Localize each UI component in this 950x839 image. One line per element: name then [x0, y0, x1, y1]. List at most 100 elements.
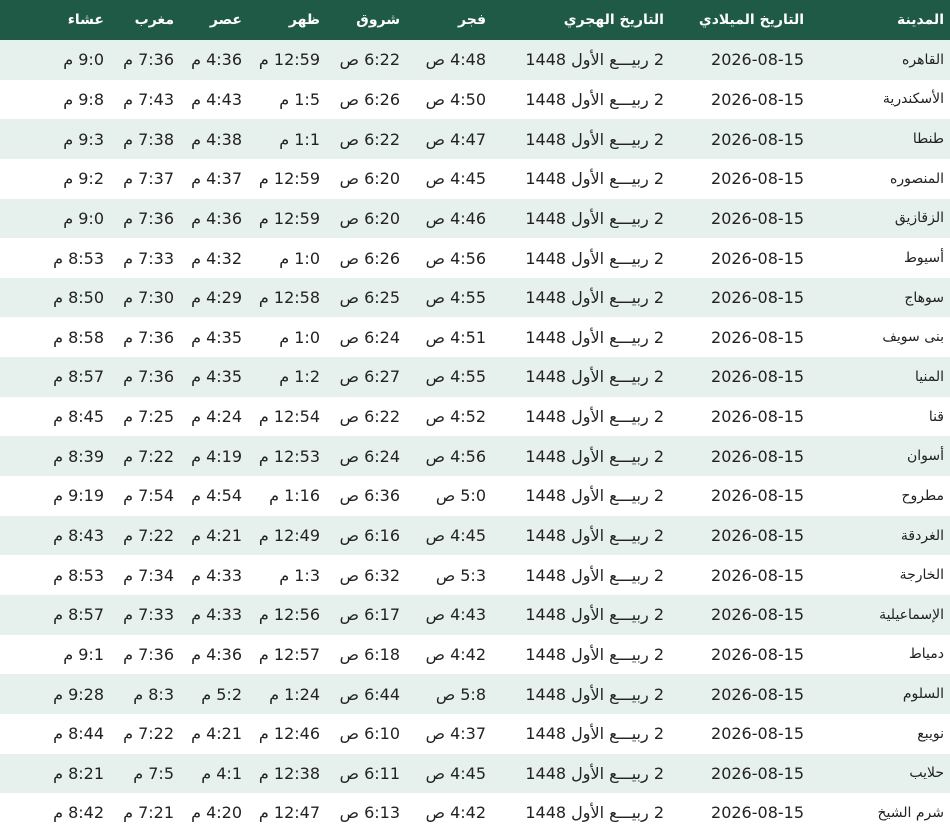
- header-dhuhr: ظهر: [248, 0, 326, 40]
- table-row: الإسماعيلية 2026-08-15 2 ربيـــع الأول 144…: [0, 594, 950, 635]
- city-cell: الغردقة: [810, 515, 950, 556]
- table-row: السلوم 2026-08-15 2 ربيـــع الأول 1448 5:8 …: [0, 674, 950, 714]
- hijri-date-cell: 2 ربيـــع الأول 1448: [492, 79, 670, 120]
- table-row: حلايب 2026-08-15 2 ربيـــع الأول 1448 4:45 …: [0, 753, 950, 794]
- prayer-times-table: المدينة التاريخ الميلادي التاريخ الهجري …: [0, 0, 950, 833]
- table-row: الخارجة 2026-08-15 2 ربيـــع الأول 1448 5:3…: [0, 555, 950, 595]
- isha-time-cell: 8:53 م: [0, 238, 110, 278]
- gregorian-date-cell: 2026-08-15: [670, 317, 810, 358]
- maghrib-time-cell: 7:5 م: [110, 753, 180, 794]
- isha-time-cell: 8:43 م: [0, 515, 110, 556]
- dhuhr-time-cell: 12:47 م: [248, 793, 326, 833]
- table-row: شرم الشيخ 2026-08-15 2 ربيـــع الأول 1448 4…: [0, 793, 950, 833]
- city-cell: السلوم: [810, 674, 950, 714]
- shuruq-time-cell: 6:44 ص: [326, 674, 406, 714]
- gregorian-date-cell: 2026-08-15: [670, 555, 810, 595]
- gregorian-date-cell: 2026-08-15: [670, 436, 810, 477]
- asr-time-cell: 4:21 م: [180, 515, 248, 556]
- asr-time-cell: 4:36 م: [180, 198, 248, 239]
- maghrib-time-cell: 7:36 م: [110, 634, 180, 675]
- shuruq-time-cell: 6:24 ص: [326, 317, 406, 358]
- hijri-date-cell: 2 ربيـــع الأول 1448: [492, 238, 670, 278]
- isha-time-cell: 9:19 م: [0, 476, 110, 516]
- isha-time-cell: 9:2 م: [0, 158, 110, 199]
- maghrib-time-cell: 7:33 م: [110, 238, 180, 278]
- gregorian-date-cell: 2026-08-15: [670, 238, 810, 278]
- hijri-date-cell: 2 ربيـــع الأول 1448: [492, 674, 670, 714]
- table-row: مطروح 2026-08-15 2 ربيـــع الأول 1448 5:0 ص…: [0, 476, 950, 516]
- city-cell: حلايب: [810, 753, 950, 794]
- table-row: الزقازيق 2026-08-15 2 ربيـــع الأول 1448 4:…: [0, 198, 950, 239]
- shuruq-time-cell: 6:25 ص: [326, 277, 406, 318]
- asr-time-cell: 4:36 م: [180, 634, 248, 675]
- hijri-date-cell: 2 ربيـــع الأول 1448: [492, 555, 670, 595]
- fajr-time-cell: 5:3 ص: [406, 555, 492, 595]
- dhuhr-time-cell: 12:46 م: [248, 713, 326, 754]
- dhuhr-time-cell: 1:16 م: [248, 476, 326, 516]
- dhuhr-time-cell: 12:54 م: [248, 396, 326, 437]
- asr-time-cell: 4:24 م: [180, 396, 248, 437]
- table-row: الغردقة 2026-08-15 2 ربيـــع الأول 1448 4:4…: [0, 515, 950, 556]
- header-asr: عصر: [180, 0, 248, 40]
- dhuhr-time-cell: 12:53 م: [248, 436, 326, 477]
- hijri-date-cell: 2 ربيـــع الأول 1448: [492, 198, 670, 239]
- isha-time-cell: 9:8 م: [0, 79, 110, 120]
- asr-time-cell: 4:19 م: [180, 436, 248, 477]
- table-row: أسيوط 2026-08-15 2 ربيـــع الأول 1448 4:56 …: [0, 238, 950, 278]
- dhuhr-time-cell: 12:38 م: [248, 753, 326, 794]
- asr-time-cell: 4:33 م: [180, 594, 248, 635]
- isha-time-cell: 8:42 م: [0, 793, 110, 833]
- dhuhr-time-cell: 1:0 م: [248, 317, 326, 358]
- isha-time-cell: 8:50 م: [0, 277, 110, 318]
- maghrib-time-cell: 7:22 م: [110, 515, 180, 556]
- asr-time-cell: 4:32 م: [180, 238, 248, 278]
- shuruq-time-cell: 6:11 ص: [326, 753, 406, 794]
- asr-time-cell: 4:36 م: [180, 40, 248, 80]
- city-cell: نويبع: [810, 713, 950, 754]
- gregorian-date-cell: 2026-08-15: [670, 40, 810, 80]
- hijri-date-cell: 2 ربيـــع الأول 1448: [492, 357, 670, 397]
- fajr-time-cell: 4:42 ص: [406, 793, 492, 833]
- city-cell: طنطا: [810, 119, 950, 159]
- table-row: طنطا 2026-08-15 2 ربيـــع الأول 1448 4:47 ص…: [0, 119, 950, 159]
- isha-time-cell: 9:0 م: [0, 198, 110, 239]
- gregorian-date-cell: 2026-08-15: [670, 158, 810, 199]
- shuruq-time-cell: 6:26 ص: [326, 79, 406, 120]
- city-cell: الإسماعيلية: [810, 594, 950, 635]
- hijri-date-cell: 2 ربيـــع الأول 1448: [492, 119, 670, 159]
- hijri-date-cell: 2 ربيـــع الأول 1448: [492, 594, 670, 635]
- city-cell: الزقازيق: [810, 198, 950, 239]
- dhuhr-time-cell: 12:59 م: [248, 40, 326, 80]
- gregorian-date-cell: 2026-08-15: [670, 753, 810, 794]
- fajr-time-cell: 4:50 ص: [406, 79, 492, 120]
- dhuhr-time-cell: 12:59 م: [248, 158, 326, 199]
- isha-time-cell: 8:44 م: [0, 713, 110, 754]
- fajr-time-cell: 4:37 ص: [406, 713, 492, 754]
- header-gregorian-date: التاريخ الميلادي: [670, 0, 810, 40]
- hijri-date-cell: 2 ربيـــع الأول 1448: [492, 713, 670, 754]
- shuruq-time-cell: 6:22 ص: [326, 119, 406, 159]
- city-cell: مطروح: [810, 476, 950, 516]
- dhuhr-time-cell: 12:49 م: [248, 515, 326, 556]
- maghrib-time-cell: 7:43 م: [110, 79, 180, 120]
- maghrib-time-cell: 7:22 م: [110, 436, 180, 477]
- isha-time-cell: 9:3 م: [0, 119, 110, 159]
- shuruq-time-cell: 6:26 ص: [326, 238, 406, 278]
- isha-time-cell: 8:53 م: [0, 555, 110, 595]
- hijri-date-cell: 2 ربيـــع الأول 1448: [492, 396, 670, 437]
- maghrib-time-cell: 7:38 م: [110, 119, 180, 159]
- hijri-date-cell: 2 ربيـــع الأول 1448: [492, 634, 670, 675]
- asr-time-cell: 5:2 م: [180, 674, 248, 714]
- hijri-date-cell: 2 ربيـــع الأول 1448: [492, 515, 670, 556]
- fajr-time-cell: 4:55 ص: [406, 357, 492, 397]
- dhuhr-time-cell: 1:24 م: [248, 674, 326, 714]
- city-cell: بنى سويف: [810, 317, 950, 358]
- gregorian-date-cell: 2026-08-15: [670, 119, 810, 159]
- city-cell: المنصوره: [810, 158, 950, 199]
- hijri-date-cell: 2 ربيـــع الأول 1448: [492, 158, 670, 199]
- asr-time-cell: 4:33 م: [180, 555, 248, 595]
- maghrib-time-cell: 7:37 م: [110, 158, 180, 199]
- shuruq-time-cell: 6:22 ص: [326, 396, 406, 437]
- header-fajr: فجر: [406, 0, 492, 40]
- fajr-time-cell: 4:47 ص: [406, 119, 492, 159]
